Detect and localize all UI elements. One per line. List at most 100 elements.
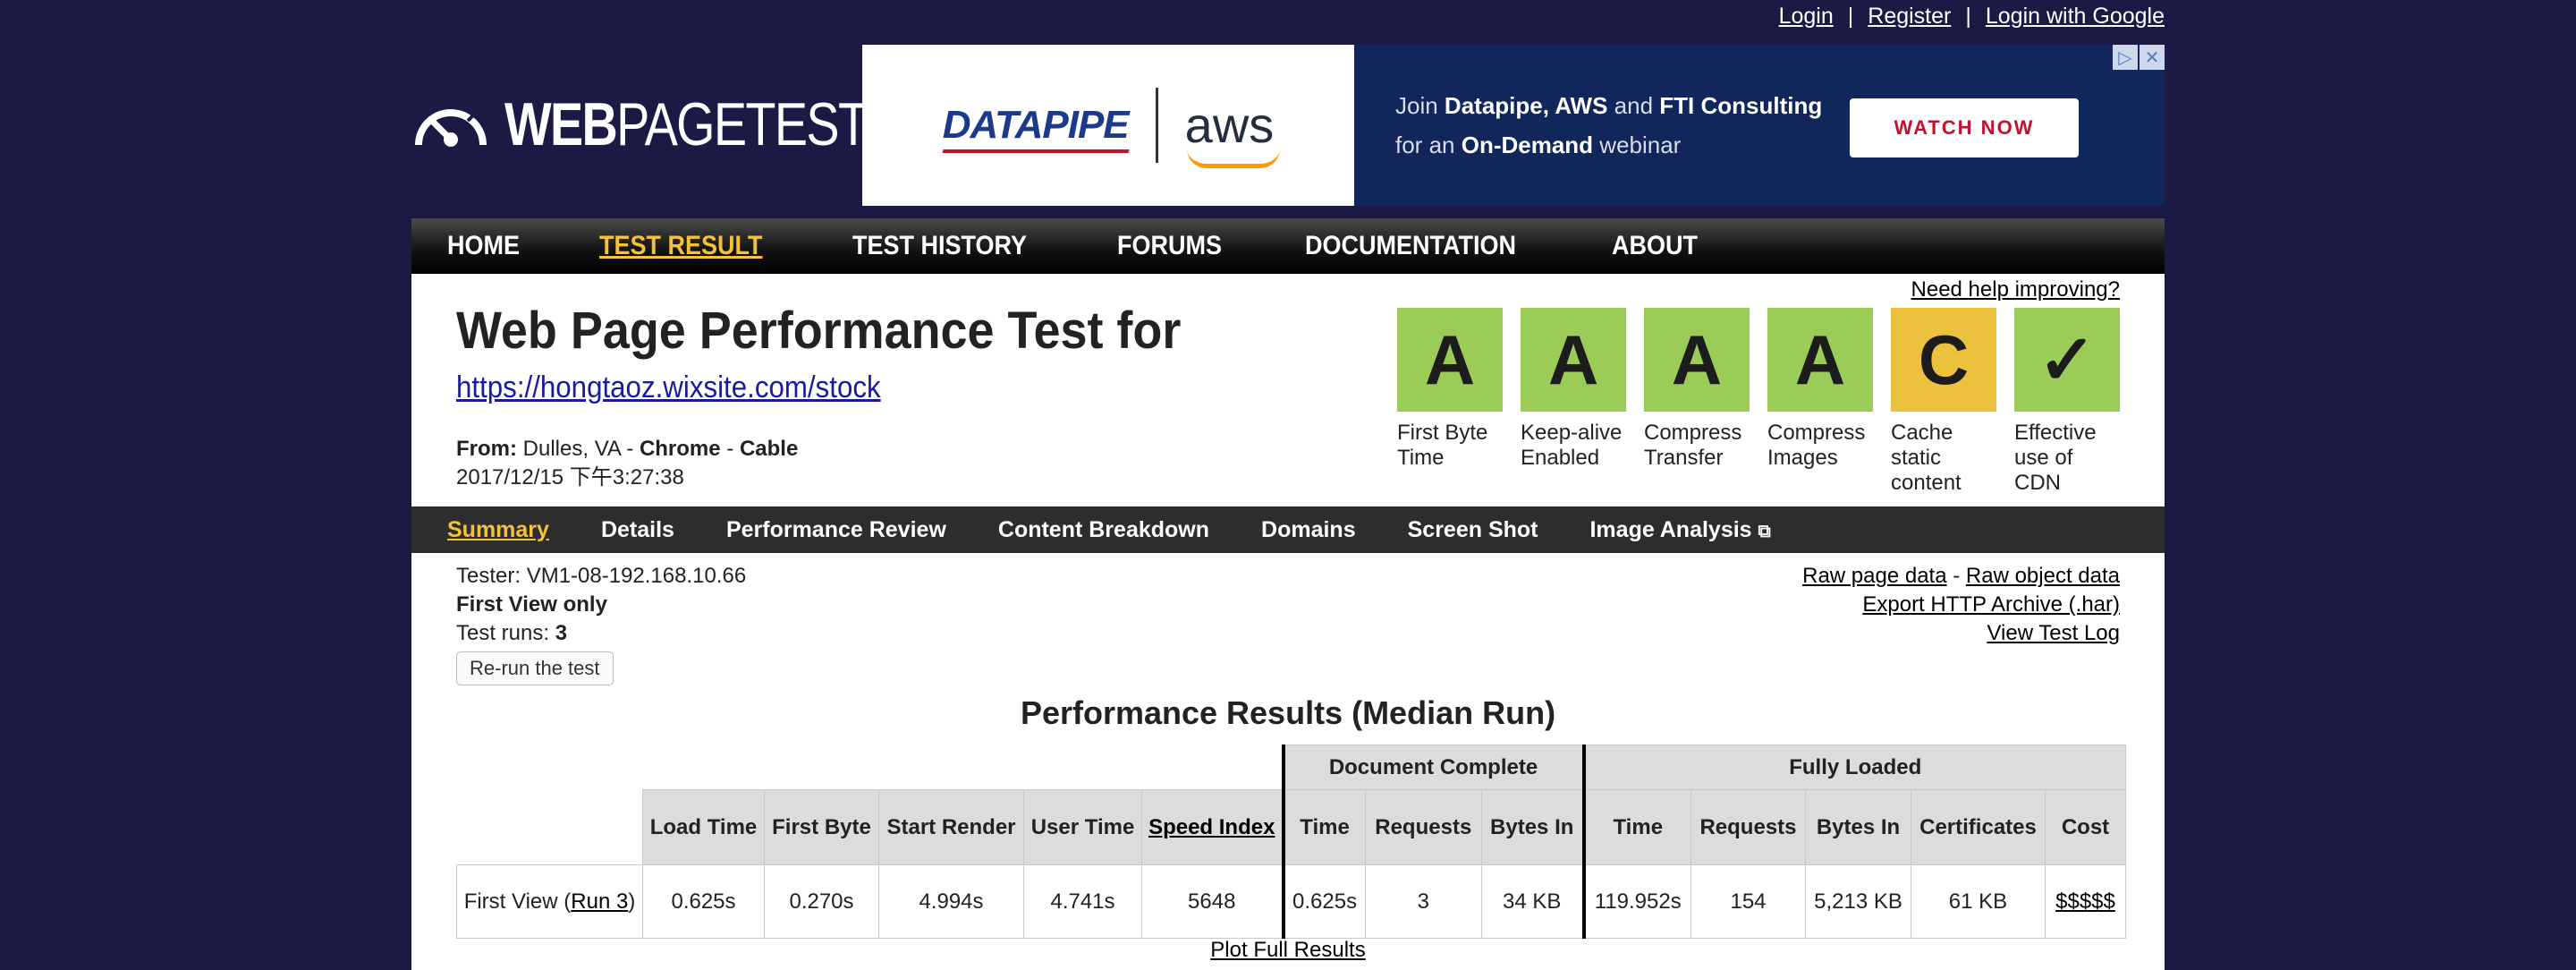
grade-first-byte[interactable]: A First Byte Time: [1397, 308, 1503, 496]
grade-label: Cache static content: [1891, 421, 1962, 495]
group-document-complete: Document Complete: [1281, 745, 1584, 790]
header-doc-requests: Requests: [1364, 789, 1482, 865]
table-spacer: [456, 745, 1284, 790]
content-panel: Web Page Performance Test for https://ho…: [411, 274, 2165, 970]
tab-summary[interactable]: Summary: [447, 517, 549, 543]
grade-label: Compress Transfer: [1644, 421, 1742, 470]
login-link[interactable]: Login: [1779, 4, 1834, 30]
ad-brand-panel: DATAPIPE aws: [862, 45, 1354, 206]
nav-test-history[interactable]: TEST HISTORY: [852, 231, 1027, 261]
grade-compress-images[interactable]: A Compress Images: [1767, 308, 1873, 496]
grade-box: A: [1397, 308, 1503, 412]
plot-full-results: Plot Full Results: [411, 938, 2165, 963]
checkmark-icon: ✓: [2014, 308, 2120, 412]
raw-page-data-link[interactable]: Raw page data: [1802, 564, 1946, 588]
tab-image-analysis[interactable]: Image Analysis ⧉: [1589, 517, 1770, 543]
cell-start-render: 4.994s: [878, 864, 1024, 939]
adchoices-icon[interactable]: ▷: [2113, 45, 2138, 70]
main-nav: HOME TEST RESULT TEST HISTORY FORUMS DOC…: [411, 218, 2165, 274]
cell-cost[interactable]: $$$$$: [2045, 864, 2126, 939]
grade-label: Effective use of CDN: [2014, 421, 2097, 495]
tab-domains[interactable]: Domains: [1261, 517, 1356, 543]
close-icon[interactable]: ✕: [2140, 45, 2165, 70]
aws-logo: aws: [1185, 100, 1280, 168]
cell-load-time: 0.625s: [642, 864, 765, 939]
results-title: Performance Results (Median Run): [1020, 694, 1556, 731]
cell-full-time: 119.952s: [1581, 864, 1691, 939]
header-full-bytes: Bytes In: [1805, 789, 1911, 865]
rerun-button[interactable]: Re-run the test: [456, 651, 614, 685]
header-speed-index[interactable]: Speed Index: [1141, 789, 1284, 865]
nav-home[interactable]: HOME: [447, 231, 520, 261]
table-spacer: [456, 789, 643, 865]
run-3-link[interactable]: Run 3: [571, 889, 628, 914]
grade-box: A: [1767, 308, 1873, 412]
cell-certificates: 61 KB: [1911, 864, 2046, 939]
ad-text: Join Datapipe, AWS and FTI Consulting fo…: [1395, 92, 1823, 158]
tester-info: Tester: VM1-08-192.168.10.66: [456, 564, 747, 588]
grade-box: A: [1644, 308, 1750, 412]
grade-cache-static[interactable]: C Cache static content: [1891, 308, 1996, 496]
cost-link[interactable]: $$$$$: [2055, 889, 2115, 914]
test-date: 2017/12/15 下午3:27:38: [456, 465, 684, 489]
register-link[interactable]: Register: [1868, 4, 1951, 30]
header-doc-time: Time: [1281, 789, 1366, 865]
login-google-link[interactable]: Login with Google: [1986, 4, 2165, 30]
grade-box: A: [1521, 308, 1626, 412]
cell-doc-requests: 3: [1364, 864, 1482, 939]
separator: |: [1847, 4, 1854, 29]
grade-label: Compress Images: [1767, 421, 1866, 470]
advertisement-banner[interactable]: DATAPIPE aws Join Datapipe, AWS and FTI …: [862, 45, 2165, 206]
logo-text: WEBPAGETEST: [504, 90, 869, 158]
separator: |: [1965, 4, 1971, 29]
row-label: First View (Run 3): [456, 864, 643, 939]
nav-forums[interactable]: FORUMS: [1117, 231, 1222, 261]
view-test-log-link[interactable]: View Test Log: [1987, 621, 2120, 645]
grade-label: Keep-alive Enabled: [1521, 421, 1623, 470]
header-doc-bytes: Bytes In: [1480, 789, 1585, 865]
header-load-time: Load Time: [642, 789, 765, 865]
cell-user-time: 4.741s: [1023, 864, 1142, 939]
header-start-render: Start Render: [878, 789, 1024, 865]
test-meta: Tester: VM1-08-192.168.10.66 First View …: [456, 562, 746, 685]
divider: [1155, 88, 1158, 163]
tab-details[interactable]: Details: [601, 517, 674, 543]
grade-cdn[interactable]: ✓ Effective use of CDN: [2014, 308, 2120, 496]
datapipe-logo: DATAPIPE: [942, 103, 1130, 147]
cell-first-byte: 0.270s: [764, 864, 879, 939]
speedometer-icon: [415, 100, 487, 147]
tab-performance-review[interactable]: Performance Review: [726, 517, 946, 543]
watch-now-button[interactable]: WATCH NOW: [1850, 98, 2079, 157]
tested-url[interactable]: https://hongtaoz.wixsite.com/stock: [456, 370, 881, 405]
header-certificates: Certificates: [1911, 789, 2046, 865]
table-row: First View (Run 3) 0.625s 0.270s 4.994s …: [456, 864, 2126, 939]
header-user-time: User Time: [1023, 789, 1142, 865]
result-tabs: Summary Details Performance Review Conte…: [411, 506, 2165, 553]
grade-keep-alive[interactable]: A Keep-alive Enabled: [1521, 308, 1626, 496]
nav-documentation[interactable]: DOCUMENTATION: [1305, 231, 1516, 261]
external-link-icon: ⧉: [1758, 521, 1771, 541]
group-fully-loaded: Fully Loaded: [1581, 745, 2126, 790]
plot-full-results-link[interactable]: Plot Full Results: [1210, 938, 1365, 962]
export-har-link[interactable]: Export HTTP Archive (.har): [1862, 592, 2120, 617]
nav-about[interactable]: ABOUT: [1612, 231, 1698, 261]
header-first-byte: First Byte: [764, 789, 879, 865]
need-help-link[interactable]: Need help improving?: [1911, 277, 2120, 302]
grade-compress-transfer[interactable]: A Compress Transfer: [1644, 308, 1750, 496]
runs-info: Test runs: 3: [456, 621, 568, 645]
cell-full-requests: 154: [1690, 864, 1806, 939]
cell-doc-bytes: 34 KB: [1480, 864, 1585, 939]
grade-cards: A First Byte Time A Keep-alive Enabled A…: [1397, 308, 2120, 496]
ad-message-panel: Join Datapipe, AWS and FTI Consulting fo…: [1354, 45, 2165, 206]
tab-content-breakdown[interactable]: Content Breakdown: [998, 517, 1209, 543]
nav-test-result[interactable]: TEST RESULT: [599, 231, 763, 261]
auth-links: Login | Register | Login with Google: [1779, 4, 2165, 30]
grade-label: First Byte Time: [1397, 421, 1488, 470]
cell-speed-index: 5648: [1141, 864, 1284, 939]
view-info: First View only: [456, 592, 607, 617]
header-cost: Cost: [2045, 789, 2126, 865]
raw-object-data-link[interactable]: Raw object data: [1966, 564, 2120, 588]
results-table: Document Complete Fully Loaded Load Time…: [456, 745, 2126, 939]
cell-full-bytes: 5,213 KB: [1805, 864, 1911, 939]
tab-screen-shot[interactable]: Screen Shot: [1408, 517, 1538, 543]
